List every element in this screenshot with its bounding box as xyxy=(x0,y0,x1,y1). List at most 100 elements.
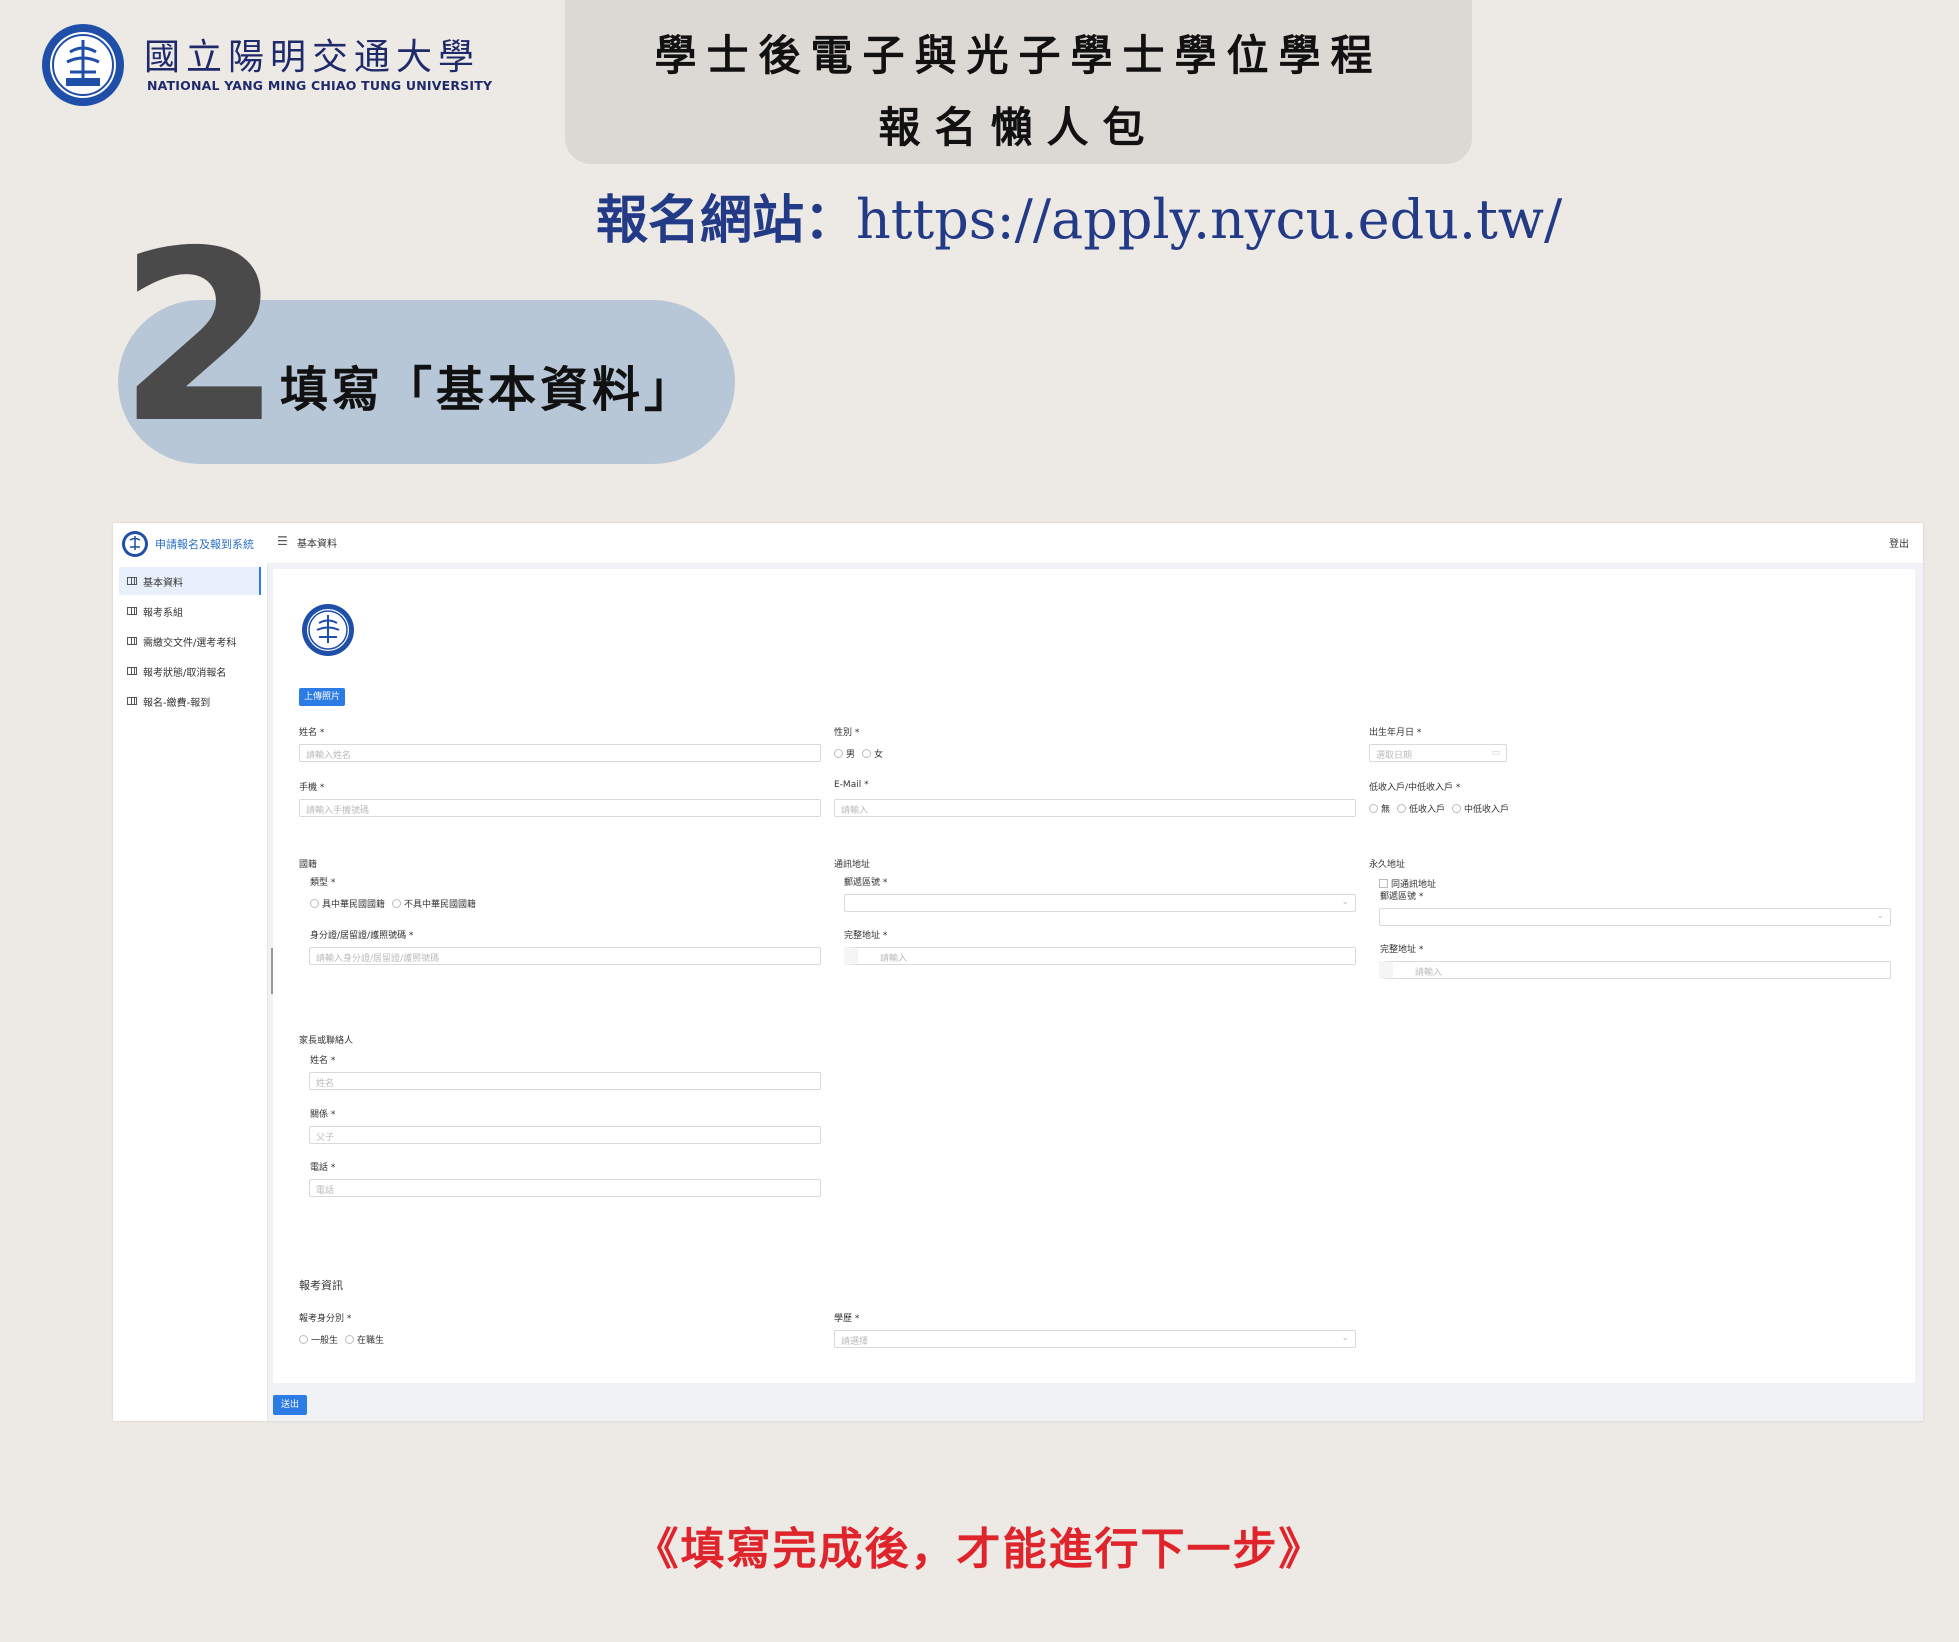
upload-photo-button[interactable]: 上傳照片 xyxy=(299,688,345,706)
income-option-none: 無 xyxy=(1381,805,1391,815)
apply-website-line: 報名網站：https://apply.nycu.edu.tw/ xyxy=(596,178,1562,251)
table-icon xyxy=(127,697,137,705)
identity-option-general: 一般生 xyxy=(311,1336,339,1346)
birthday-placeholder: 選取日期 xyxy=(1376,751,1413,761)
chevron-down-icon: ⌄ xyxy=(1341,1333,1349,1343)
app-screenshot: 申請報名及報到系統 基本資料 報考系組 需繳交文件/選考考科 報考狀態/取消報名… xyxy=(113,523,1923,1421)
name-label: 姓名 * xyxy=(299,728,325,738)
topbar: ☰ 基本資料 登出 xyxy=(267,523,1923,564)
income-radio-group: 無 低收入戶 中低收入戶 xyxy=(1365,802,1509,815)
mailing-address-label: 通訊地址 xyxy=(834,860,871,870)
university-name-zh: 國立陽明交通大學 xyxy=(144,37,481,78)
table-icon xyxy=(127,637,137,645)
mailing-addr-label: 完整地址 * xyxy=(844,931,888,941)
university-seal-icon xyxy=(122,531,148,557)
income-radio-middle-low[interactable] xyxy=(1452,804,1462,813)
nationality-type-label: 類型 * xyxy=(310,878,336,888)
table-icon xyxy=(127,667,137,675)
step-number: 2 xyxy=(118,200,283,475)
guardian-label: 家長或聯絡人 xyxy=(299,1036,354,1046)
birthday-date-picker[interactable]: 選取日期 ▭ xyxy=(1369,744,1507,762)
name-input[interactable]: 請輸入姓名 xyxy=(299,744,821,762)
income-option-middle-low: 中低收入戶 xyxy=(1464,805,1510,815)
system-name: 申請報名及報到系統 xyxy=(155,538,254,551)
gender-option-female: 女 xyxy=(874,750,884,760)
nationality-radio-non-roc[interactable] xyxy=(392,899,402,908)
gender-option-male: 男 xyxy=(846,750,856,760)
sidebar-item-payment[interactable]: 報名-繳費-報到 xyxy=(119,687,261,715)
chevron-down-icon: ⌄ xyxy=(1341,897,1349,907)
submit-button[interactable]: 送出 xyxy=(273,1395,307,1415)
sidebar-item-status[interactable]: 報考狀態/取消報名 xyxy=(119,657,261,685)
calendar-icon: ▭ xyxy=(1491,748,1500,758)
photo-placeholder-icon xyxy=(302,604,354,656)
sidebar-item-department[interactable]: 報考系組 xyxy=(119,597,261,625)
nationality-radio-roc[interactable] xyxy=(310,899,319,908)
id-number-label: 身分證/居留證/護照號碼 * xyxy=(310,931,414,941)
title-banner: 學士後電子與光子學士學位學程 報名懶人包 xyxy=(565,0,1472,164)
sidebar-item-label: 報考系組 xyxy=(143,607,183,619)
nationality-label: 國籍 xyxy=(299,860,318,870)
guardian-relation-label: 關係 * xyxy=(310,1110,336,1120)
step-title: 填寫「基本資料」 xyxy=(280,362,697,418)
sidebar-item-documents[interactable]: 需繳交文件/選考考科 xyxy=(119,627,261,655)
table-icon xyxy=(127,607,137,615)
education-select[interactable]: 請選擇 ⌄ xyxy=(834,1330,1356,1348)
sidebar-item-basic-info[interactable]: 基本資料 xyxy=(119,567,261,595)
apply-website-label: 報名網站： xyxy=(596,191,857,251)
same-address-checkbox[interactable] xyxy=(1379,879,1388,888)
guardian-phone-label: 電話 * xyxy=(310,1163,336,1173)
mailing-zip-label: 郵遞區號 * xyxy=(844,878,888,888)
guardian-name-input[interactable]: 姓名 xyxy=(309,1072,821,1090)
income-radio-none[interactable] xyxy=(1369,804,1378,813)
birthday-label: 出生年月日 * xyxy=(1369,728,1422,738)
breadcrumb: 基本資料 xyxy=(297,539,337,550)
sidebar-item-label: 報考狀態/取消報名 xyxy=(143,667,227,679)
exam-info-title: 報考資訊 xyxy=(299,1279,343,1292)
nationality-option-roc: 具中華民國國籍 xyxy=(322,900,386,910)
university-name-en: NATIONAL YANG MING CHIAO TUNG UNIVERSITY xyxy=(147,78,493,93)
gender-label: 性別 * xyxy=(834,728,860,738)
chevron-down-icon: ⌄ xyxy=(1876,911,1884,921)
guardian-phone-input[interactable]: 電話 xyxy=(309,1179,821,1197)
guardian-name-label: 姓名 * xyxy=(310,1056,336,1066)
mobile-label: 手機 * xyxy=(299,783,325,793)
sidebar-brand[interactable]: 申請報名及報到系統 xyxy=(121,529,254,559)
apply-website-url[interactable]: https://apply.nycu.edu.tw/ xyxy=(856,188,1562,251)
mailing-zip-select[interactable]: ⌄ xyxy=(844,894,1356,912)
mailing-addr-input[interactable]: 請輸入 xyxy=(844,947,1356,965)
permanent-addr-label: 完整地址 * xyxy=(1380,945,1424,955)
mobile-input[interactable]: 請輸入手機號碼 xyxy=(299,799,821,817)
email-label: E-Mail * xyxy=(834,780,869,790)
income-radio-low[interactable] xyxy=(1397,804,1407,813)
identity-radio-general[interactable] xyxy=(299,1335,308,1344)
footer-note: 《填寫完成後，才能進行下一步》 xyxy=(634,1524,1325,1575)
permanent-address-label: 永久地址 xyxy=(1369,860,1406,870)
nationality-option-non-roc: 不具中華民國國籍 xyxy=(404,900,477,910)
table-icon xyxy=(127,577,137,585)
sidebar-item-label: 報名-繳費-報到 xyxy=(143,697,211,709)
gender-radio-female[interactable] xyxy=(862,749,872,758)
menu-icon[interactable]: ☰ xyxy=(277,534,288,548)
exam-identity-radio-group: 一般生 在職生 xyxy=(295,1333,384,1346)
income-label: 低收入戶/中低收入戶 * xyxy=(1369,783,1461,793)
email-input[interactable]: 請輸入 xyxy=(834,799,1356,817)
guide-title: 報名懶人包 xyxy=(878,103,1159,152)
sidebar-item-label: 需繳交文件/選考考科 xyxy=(143,637,237,649)
identity-option-working: 在職生 xyxy=(357,1336,385,1346)
education-placeholder: 請選擇 xyxy=(841,1337,869,1347)
education-label: 學歷 * xyxy=(834,1314,860,1324)
guardian-relation-input[interactable]: 父子 xyxy=(309,1126,821,1144)
nationality-radio-group: 具中華民國國籍 不具中華民國國籍 xyxy=(306,897,476,910)
permanent-zip-select[interactable]: ⌄ xyxy=(1379,908,1891,926)
logout-button[interactable]: 登出 xyxy=(1889,535,1909,550)
university-seal-icon xyxy=(42,24,124,106)
id-number-input[interactable]: 請輸入身分證/居留證/護照號碼 xyxy=(309,947,821,965)
sidebar: 申請報名及報到系統 基本資料 報考系組 需繳交文件/選考考科 報考狀態/取消報名… xyxy=(113,523,268,1421)
sidebar-item-label: 基本資料 xyxy=(143,577,183,589)
program-title: 學士後電子與光子學士學位學程 xyxy=(654,31,1383,80)
exam-info-card xyxy=(273,1257,1915,1383)
gender-radio-male[interactable] xyxy=(834,749,843,758)
permanent-addr-input[interactable]: 請輸入 xyxy=(1379,961,1891,979)
identity-radio-working[interactable] xyxy=(345,1335,355,1344)
